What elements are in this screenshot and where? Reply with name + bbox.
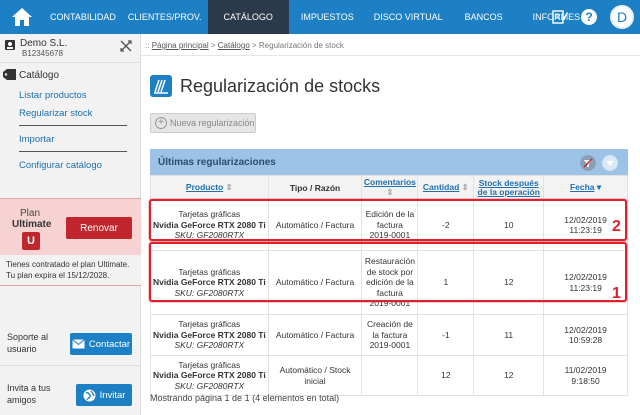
table-header-row: Producto ⇕ Tipo / Razón Comentarios ⇕ Ca… [150, 175, 628, 200]
breadcrumb: :: Página principal > Catálogo > Regular… [141, 34, 640, 56]
column-header-comments[interactable]: Comentarios ⇕ [361, 175, 419, 200]
user-avatar[interactable]: D [610, 5, 634, 29]
nav-clientes[interactable]: CLIENTES/PROV. [122, 0, 208, 34]
invite-label-text: Invitar [99, 389, 126, 401]
panel-title: Últimas regularizaciones [158, 157, 276, 168]
column-header-date[interactable]: Fecha ▾ [543, 175, 628, 200]
nav-disco-virtual[interactable]: DISCO VIRTUAL [360, 0, 449, 34]
sidebar-section-title: Catálogo [19, 70, 60, 81]
highlight-box-2 [149, 199, 627, 241]
invite-button[interactable]: Invitar [76, 384, 132, 406]
catalog-tag-icon [3, 69, 16, 80]
contact-button[interactable]: Contactar [70, 333, 132, 355]
company-selector[interactable]: Demo S.L. B12345678 [4, 38, 136, 62]
column-header-type: Tipo / Razón [267, 175, 363, 200]
page-title-icon [150, 75, 172, 97]
cell-date: 11/02/2019 9:18:50 [543, 355, 628, 396]
plan-note: Tienes contratado el plan Ultimate. Tu p… [0, 255, 141, 285]
collapse-icon[interactable] [602, 155, 618, 171]
column-header-quantity[interactable]: Cantidad ⇕ [417, 175, 475, 200]
cell-type: Automático / Factura [267, 314, 363, 356]
cell-product: Tarjetas gráficas Nvidia GeForce RTX 2080… [150, 355, 269, 396]
company-id: B12345678 [22, 49, 63, 58]
highlight-label-2: 2 [612, 218, 621, 235]
plan-note-line1: Tienes contratado el plan Ultimate. [6, 260, 130, 269]
pagination-summary: Mostrando página 1 de 1 (4 elementos en … [150, 393, 340, 403]
cell-quantity: 12 [417, 355, 475, 396]
highlight-label-1: 1 [612, 285, 621, 302]
cell-date: 12/02/2019 10:59:28 [543, 314, 628, 356]
plan-label: Plan [20, 208, 41, 219]
cell-stock: 11 [473, 314, 545, 356]
panel-header: Últimas regularizaciones [150, 149, 628, 175]
page-title: Regularización de stocks [180, 76, 381, 96]
breadcrumb-current: Regularización de stock [258, 41, 344, 50]
plan-badge: U [22, 232, 40, 250]
nav-contabilidad[interactable]: CONTABILIDAD [44, 0, 122, 34]
nav-catalogo[interactable]: CATÁLOGO [207, 0, 289, 34]
filter-off-icon[interactable] [580, 155, 596, 171]
cell-type: Automático / Stock inicial [267, 355, 363, 396]
sidebar-item-listar[interactable]: Listar productos [19, 90, 87, 101]
cell-product: Tarjetas gráficas Nvidia GeForce RTX 2080… [150, 314, 269, 356]
invite-label: Invita a tus amigos [7, 382, 51, 406]
sidebar-divider [0, 62, 141, 63]
column-header-product[interactable]: Producto ⇕ [150, 175, 269, 200]
support-line2: usuario [7, 344, 37, 354]
support-line1: Soporte al [7, 332, 49, 342]
table-row[interactable]: Tarjetas gráficas Nvidia GeForce RTX 2080… [150, 314, 628, 356]
cell-comments [361, 355, 419, 396]
company-name: Demo S.L. [20, 38, 68, 49]
nav-impuestos[interactable]: IMPUESTOS [289, 0, 360, 34]
plan-name: Ultimate [12, 219, 52, 230]
sidebar-rule [19, 125, 127, 126]
nav-bancos[interactable]: BANCOS [449, 0, 509, 34]
sidebar-divider [0, 365, 141, 366]
new-regularization-label: Nueva regularización [170, 118, 255, 128]
help-icon[interactable]: ? [580, 8, 598, 26]
breadcrumb-catalog[interactable]: Catálogo [218, 41, 250, 50]
sidebar-rule [19, 151, 127, 152]
new-regularization-button[interactable]: + Nueva regularización [150, 113, 256, 133]
switch-company-icon[interactable] [120, 40, 132, 52]
edit-document-icon[interactable] [552, 9, 568, 25]
sidebar-item-regularizar[interactable]: Regularizar stock [19, 108, 92, 119]
breadcrumb-home[interactable]: Página principal [152, 41, 209, 50]
plan-note-line2: Tu plan expira el 15/12/2028. [6, 271, 110, 280]
table-row[interactable]: Tarjetas gráficas Nvidia GeForce RTX 2080… [150, 355, 628, 396]
renew-button[interactable]: Renovar [66, 217, 132, 239]
breadcrumb-prefix: :: [145, 41, 150, 50]
stock-icon [154, 79, 168, 94]
cell-stock: 12 [473, 355, 545, 396]
sidebar-item-configurar[interactable]: Configurar catálogo [19, 160, 102, 171]
plan-box: Plan Ultimate U Renovar Tienes contratad… [0, 198, 141, 286]
sidebar-item-importar[interactable]: Importar [19, 134, 54, 145]
cell-quantity: -1 [417, 314, 475, 356]
home-icon [12, 8, 32, 26]
contact-label: Contactar [88, 338, 131, 350]
invite-line1: Invita a tus [7, 383, 51, 393]
mail-icon [72, 339, 85, 349]
plus-icon: + [155, 117, 167, 129]
invite-line2: amigos [7, 395, 37, 405]
svg-text:?: ? [585, 10, 592, 24]
user-card-icon [5, 40, 15, 50]
home-button[interactable] [0, 0, 44, 34]
column-header-stock-after[interactable]: Stock después de la operación [473, 175, 545, 200]
support-label: Soporte al usuario [7, 331, 48, 355]
cell-comments: Creación de la factura 2019-0001 [361, 314, 419, 356]
top-navbar: CONTABILIDAD CLIENTES/PROV. CATÁLOGO IMP… [0, 0, 640, 34]
highlight-box-1 [149, 242, 627, 302]
globe-icon [83, 389, 96, 401]
sidebar: Demo S.L. B12345678 Catálogo Listar prod… [0, 34, 141, 415]
